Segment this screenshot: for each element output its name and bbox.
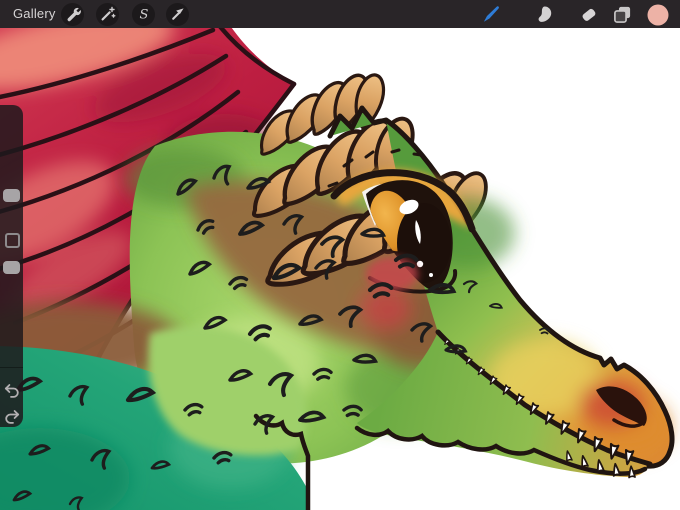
layers-button[interactable] xyxy=(610,2,634,26)
adjustments-button[interactable] xyxy=(96,2,119,26)
transform-arrow-icon xyxy=(171,8,184,20)
redo-arrow-icon xyxy=(5,410,20,424)
modify-button[interactable] xyxy=(5,233,20,248)
paint-tool-button[interactable] xyxy=(479,2,503,26)
brush-size-slider[interactable] xyxy=(3,189,20,202)
procreate-window: Gallery S xyxy=(0,0,680,510)
color-swatch xyxy=(647,4,669,26)
transform-button[interactable] xyxy=(166,2,189,26)
svg-text:S: S xyxy=(139,8,148,23)
eraser-icon xyxy=(582,8,595,21)
color-button[interactable] xyxy=(646,3,670,27)
smudge-finger-icon xyxy=(538,6,551,22)
top-toolbar: Gallery S xyxy=(0,0,680,28)
undo-arrow-icon xyxy=(4,384,19,398)
paintbrush-icon xyxy=(483,6,499,22)
drawing-canvas[interactable] xyxy=(0,10,680,510)
smudge-tool-button[interactable] xyxy=(531,2,555,26)
dinosaur-artwork xyxy=(0,10,680,510)
sidebar-divider xyxy=(0,367,23,368)
brush-sidebar xyxy=(0,105,23,427)
undo-button[interactable] xyxy=(4,382,20,398)
wrench-icon xyxy=(67,7,81,22)
selection-button[interactable]: S xyxy=(132,2,155,26)
selection-s-icon: S xyxy=(139,8,148,23)
opacity-slider[interactable] xyxy=(3,261,20,274)
erase-tool-button[interactable] xyxy=(576,2,600,26)
redo-button[interactable] xyxy=(4,408,20,424)
gallery-button[interactable]: Gallery xyxy=(13,0,56,28)
actions-button[interactable] xyxy=(61,2,84,26)
layers-icon xyxy=(613,6,630,23)
magic-wand-icon xyxy=(101,6,115,21)
